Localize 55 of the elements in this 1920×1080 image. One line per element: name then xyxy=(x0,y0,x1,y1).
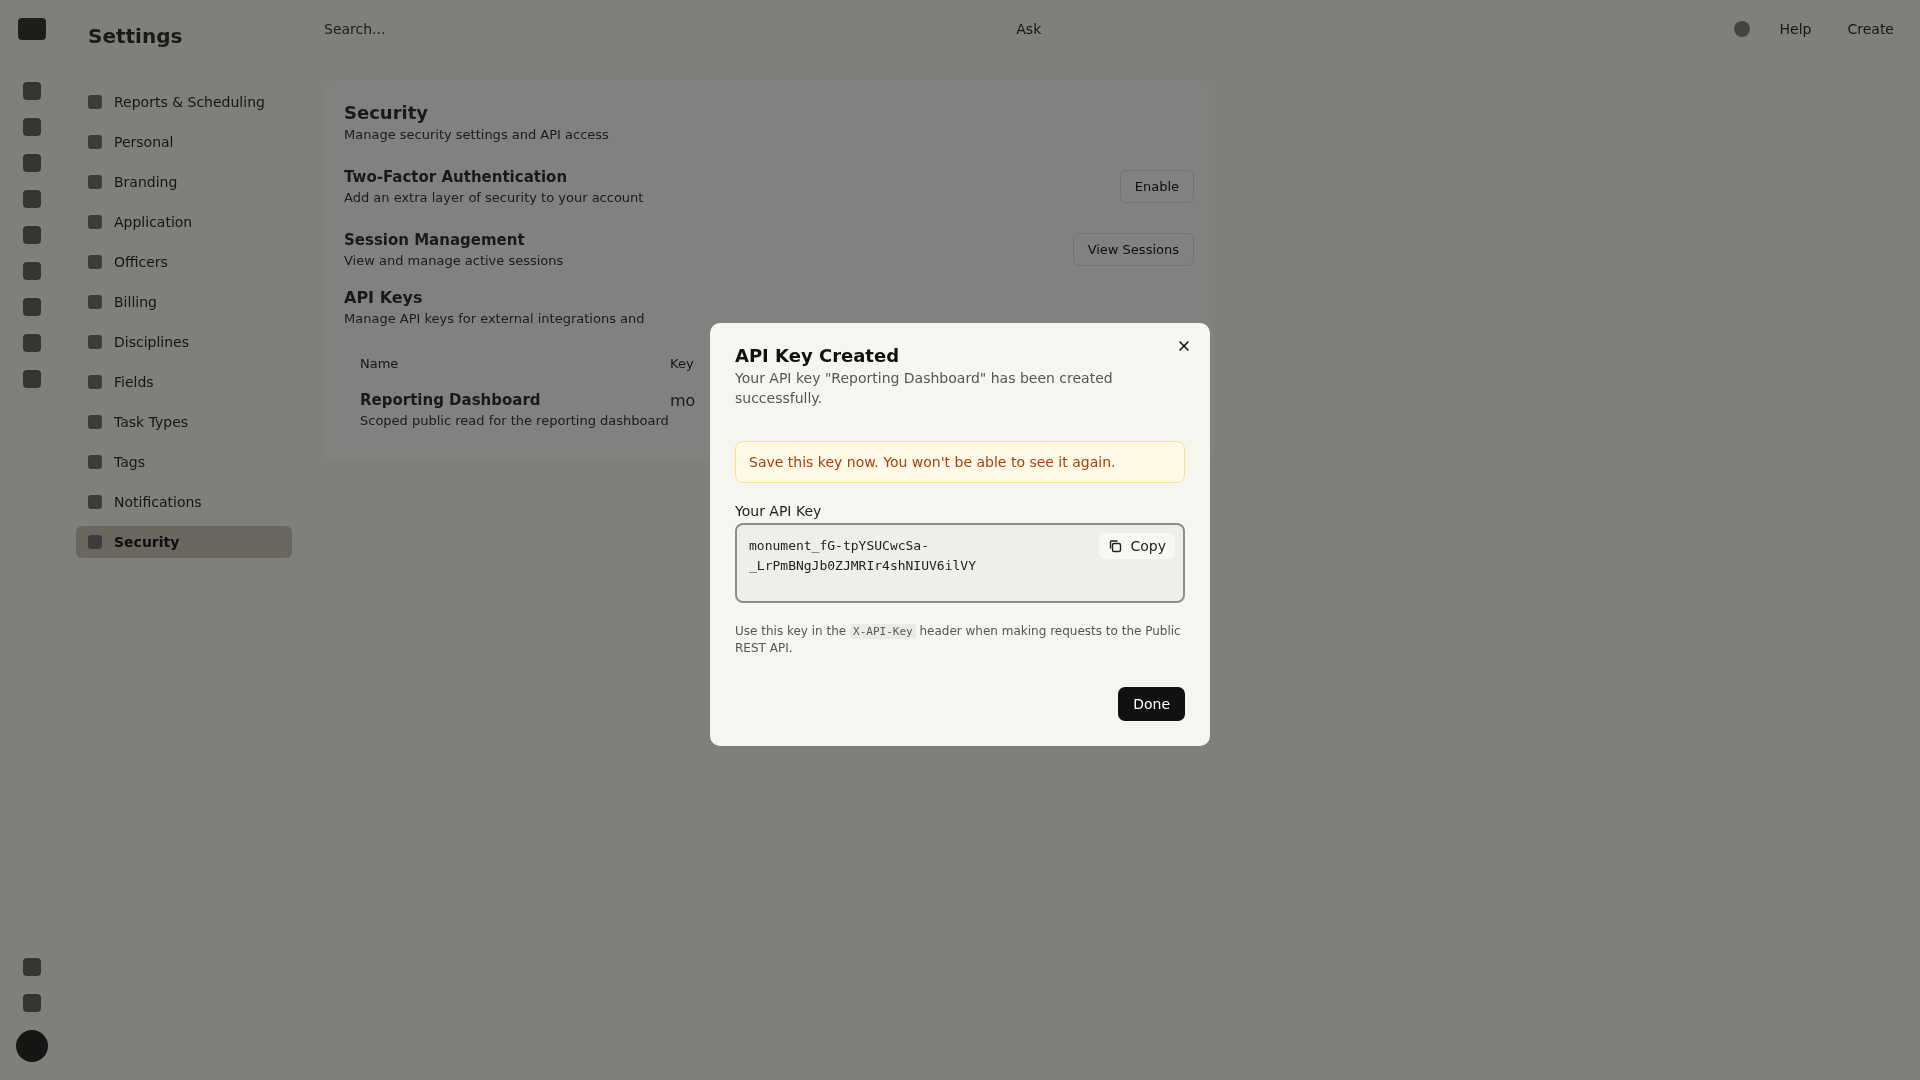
nav-icon[interactable] xyxy=(23,994,41,1012)
dialog-title: API Key Created xyxy=(735,345,901,366)
done-button[interactable]: Done xyxy=(1118,687,1185,721)
api-key-field[interactable]: monument_fG-tpYSUCwcSa-_LrPmBNgJb0ZJMRIr4shNIUV6ilVY Copy xyxy=(735,523,1185,603)
sidebar-item[interactable]: Disciplines xyxy=(76,326,292,358)
nav-icon[interactable] xyxy=(23,958,41,976)
section-description: Manage security settings and API access xyxy=(344,127,610,142)
sidebar-item[interactable]: Tags xyxy=(76,446,292,478)
key-description: Scoped public read for the reporting dashboard xyxy=(360,413,670,428)
topbar-button[interactable]: Create xyxy=(1841,20,1900,38)
key-name: Reporting Dashboard xyxy=(360,391,542,409)
nav-icon[interactable] xyxy=(23,82,41,100)
sidebar-item[interactable]: Branding xyxy=(76,166,292,198)
sidebar-item[interactable]: Notifications xyxy=(76,486,292,518)
column-header: Name xyxy=(360,356,400,371)
search-field[interactable]: Search... xyxy=(324,21,624,37)
copy-icon xyxy=(1108,539,1123,553)
sidebar-item[interactable]: Task Types xyxy=(76,406,292,438)
topbar-button[interactable]: Help xyxy=(1773,20,1818,38)
sidebar-item[interactable]: Fields xyxy=(76,366,292,398)
key-cell-text: mo xyxy=(670,391,696,412)
setting-button[interactable]: View Sessions xyxy=(1072,233,1194,266)
nav-icon[interactable] xyxy=(23,118,41,136)
field-label: Your API Key xyxy=(735,503,823,519)
sidebar-item[interactable]: Security xyxy=(76,526,292,558)
setting-title: Session Management xyxy=(344,231,526,249)
nav-icon[interactable] xyxy=(23,226,41,244)
setting-description: Add an extra layer of security to your account xyxy=(344,190,644,205)
sidebar-item[interactable]: Application xyxy=(76,206,292,238)
hint-text: Use this key in the X-API-Key header when making requests to the Public REST API. xyxy=(735,623,1182,657)
close-icon[interactable] xyxy=(1178,340,1190,352)
setting-description: View and manage active sessions xyxy=(344,253,564,268)
setting-title: Two-Factor Authentication xyxy=(344,168,569,186)
section-title: API Keys xyxy=(344,288,424,307)
sidebar-item[interactable]: Officers xyxy=(76,246,292,278)
logo-icon xyxy=(18,18,46,40)
copy-button[interactable]: Copy xyxy=(1099,533,1175,559)
sidebar-item[interactable]: Personal xyxy=(76,126,292,158)
warning-message: Save this key now. You won't be able to see it again. xyxy=(735,441,1185,483)
column-header: Key xyxy=(670,356,694,371)
sidebar-item[interactable]: Billing xyxy=(76,286,292,318)
nav-icon[interactable] xyxy=(23,334,41,352)
nav-icon[interactable] xyxy=(23,370,41,388)
sidebar-title: Settings xyxy=(87,24,183,48)
ask-label[interactable]: Ask xyxy=(644,21,1714,37)
sidebar-item[interactable]: Reports & Scheduling xyxy=(76,86,292,118)
section-title: Security xyxy=(344,102,430,123)
dialog-description: Your API key "Reporting Dashboard" has been created successfully. xyxy=(735,369,1114,408)
section-description: Manage API keys for external integrations and xyxy=(344,311,646,326)
nav-icon[interactable] xyxy=(23,154,41,172)
nav-icon[interactable] xyxy=(23,190,41,208)
nav-icon[interactable] xyxy=(23,262,41,280)
setting-button[interactable]: Enable xyxy=(1119,170,1194,203)
avatar[interactable] xyxy=(16,1030,48,1062)
nav-icon[interactable] xyxy=(23,298,41,316)
